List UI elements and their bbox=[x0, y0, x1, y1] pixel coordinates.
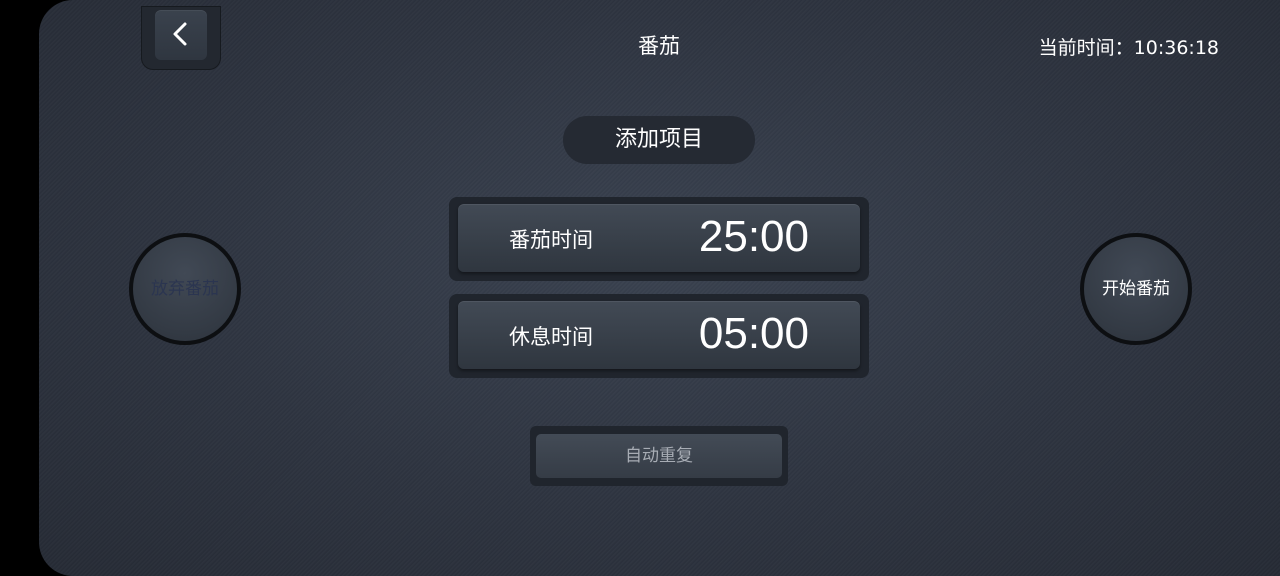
pomodoro-time-value: 25:00 bbox=[698, 212, 809, 261]
current-time: 当前时间：10:36:18 bbox=[1038, 37, 1219, 59]
break-time-label: 休息时间 bbox=[509, 325, 593, 349]
back-button-frame bbox=[141, 6, 221, 70]
auto-repeat-button[interactable]: 自动重复 bbox=[536, 434, 782, 478]
break-time-card: 休息时间 05:00 bbox=[449, 294, 869, 378]
pomodoro-time-label: 番茄时间 bbox=[509, 228, 593, 252]
page-title: 番茄 bbox=[638, 34, 680, 58]
app-screen: 番茄 当前时间：10:36:18 添加项目 番茄时间 25:00 休息时间 05… bbox=[39, 0, 1280, 576]
break-time-button[interactable]: 休息时间 05:00 bbox=[458, 301, 860, 369]
start-pomodoro-button[interactable]: 开始番茄 bbox=[1080, 233, 1192, 345]
abandon-pomodoro-button[interactable]: 放弃番茄 bbox=[129, 233, 241, 345]
break-time-value: 05:00 bbox=[698, 309, 809, 358]
back-button[interactable] bbox=[155, 10, 207, 60]
pomodoro-time-button[interactable]: 番茄时间 25:00 bbox=[458, 204, 860, 272]
add-item-button[interactable]: 添加项目 bbox=[563, 116, 755, 164]
auto-repeat-frame: 自动重复 bbox=[530, 426, 788, 486]
pomodoro-time-card: 番茄时间 25:00 bbox=[449, 197, 869, 281]
chevron-left-icon bbox=[173, 22, 187, 46]
